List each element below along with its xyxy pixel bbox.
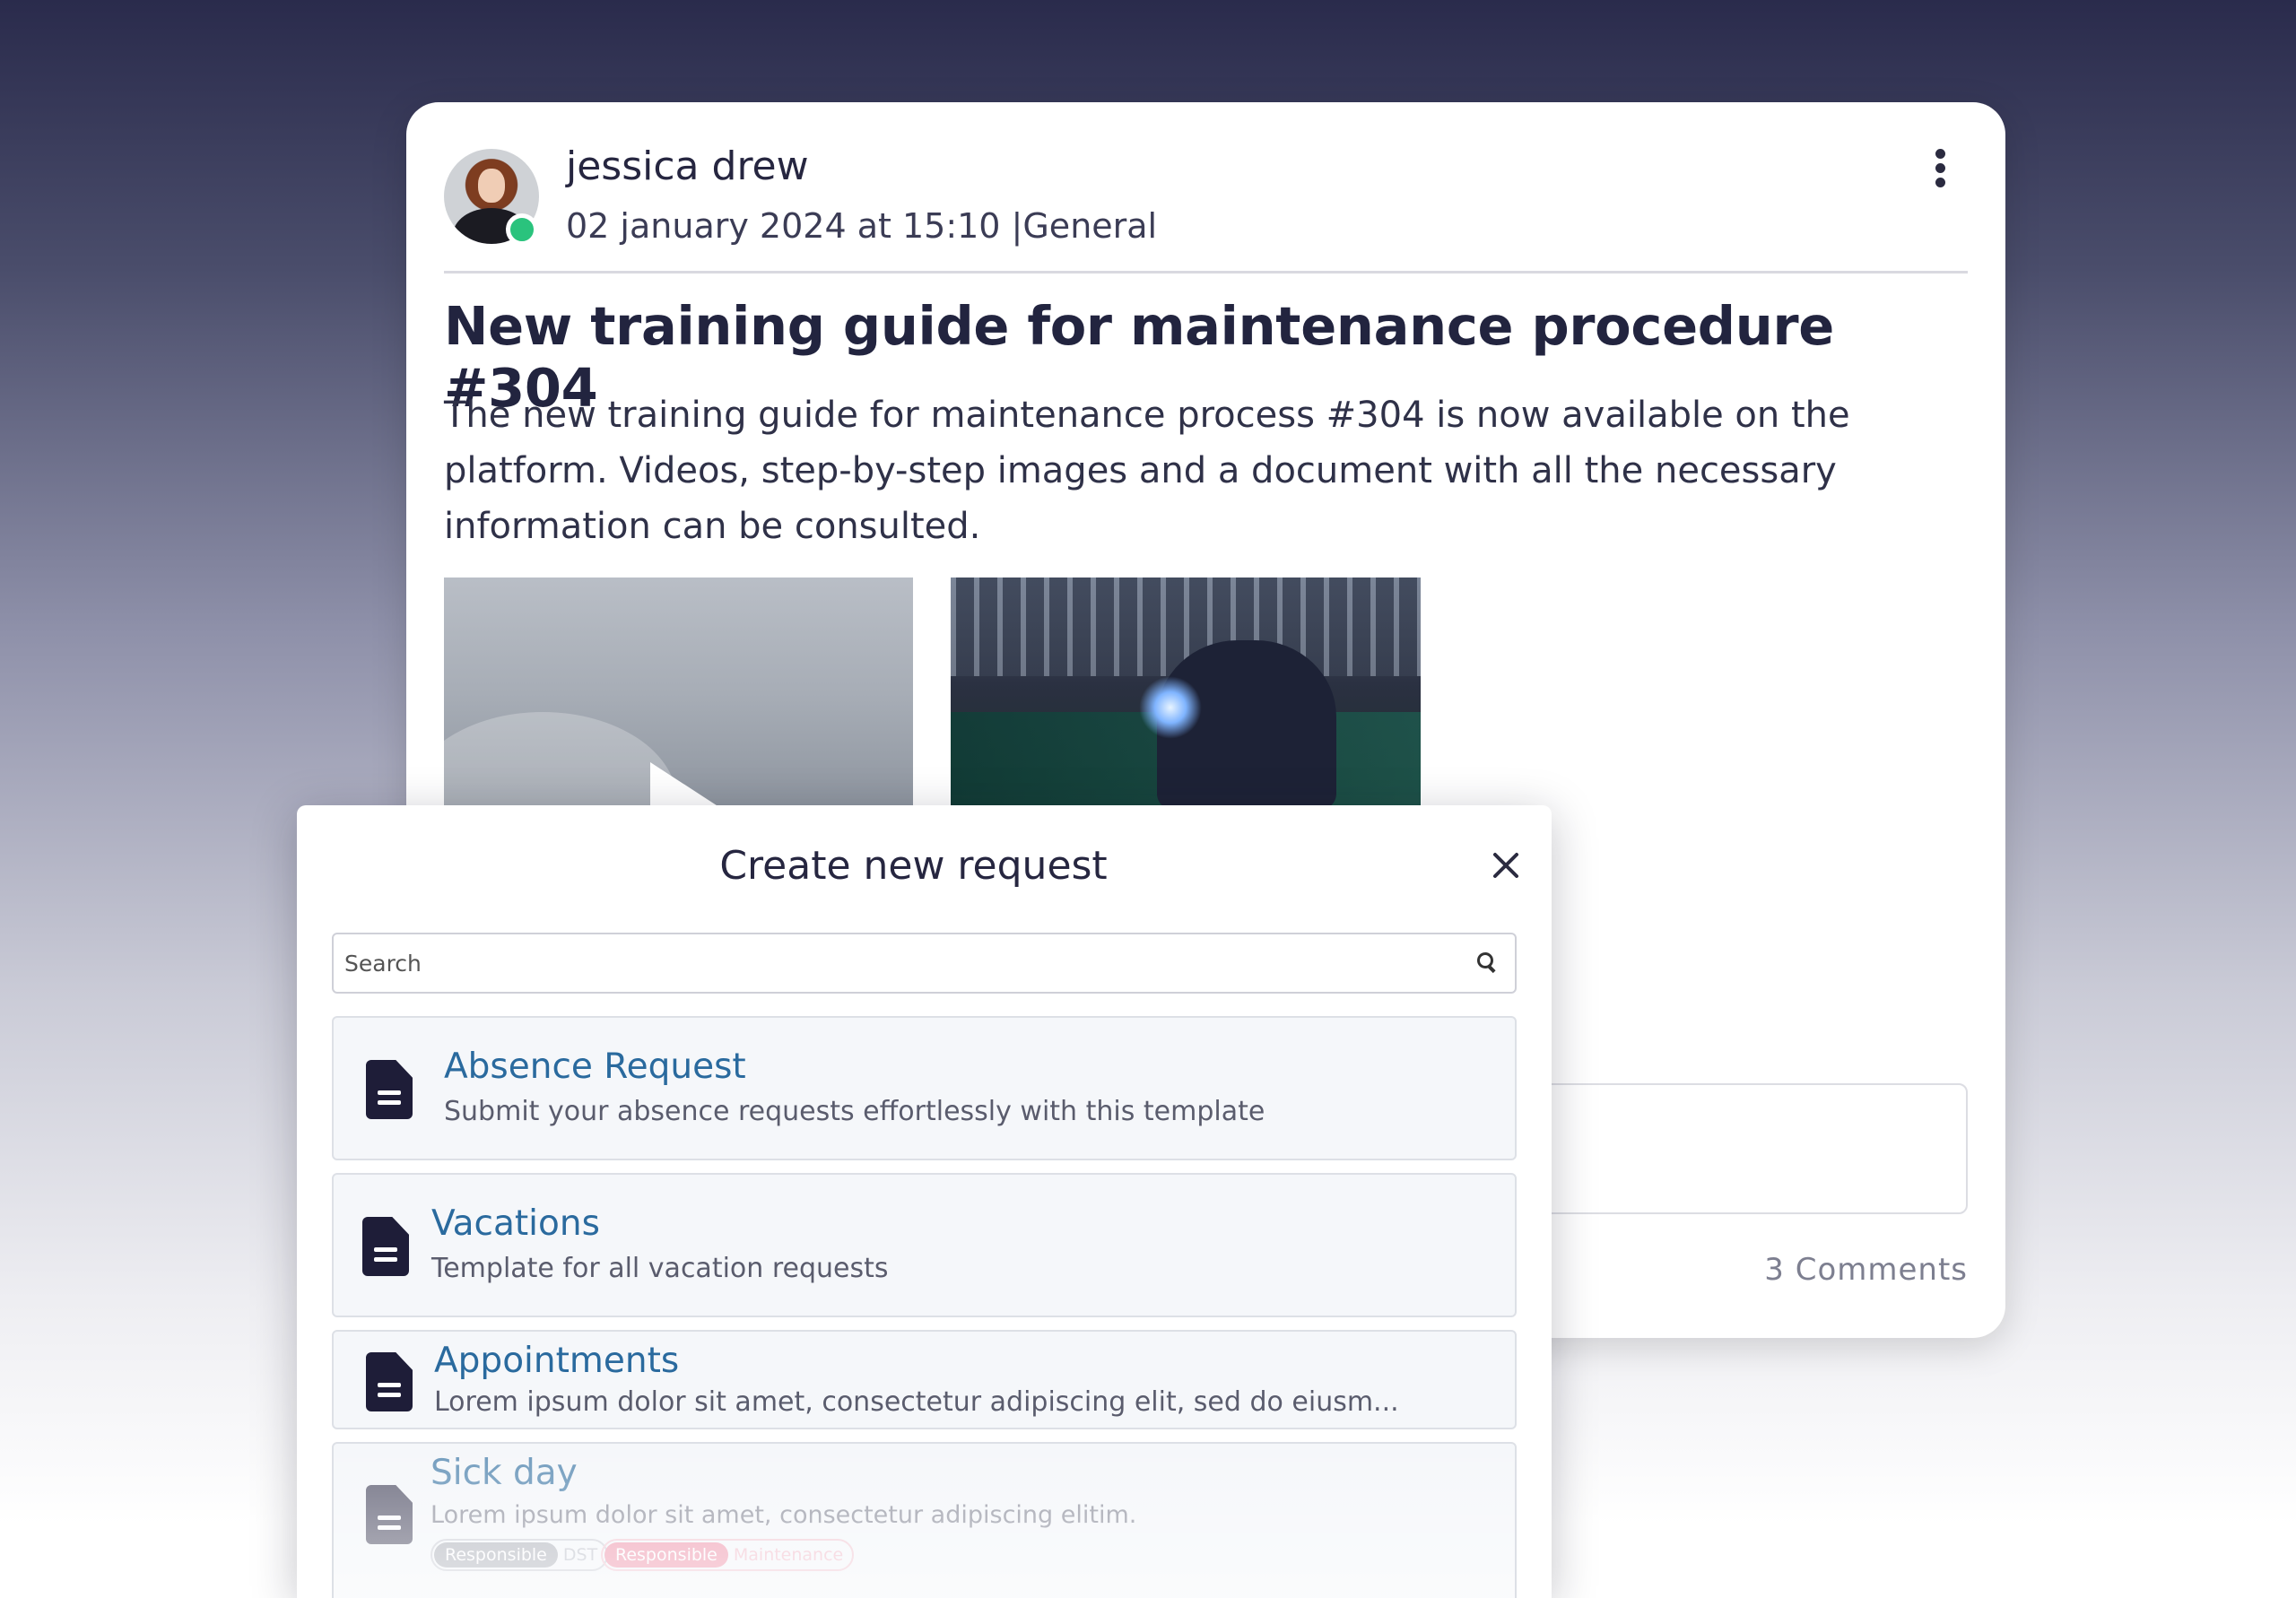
template-description: Template for all vacation requests [431,1253,889,1284]
template-description: Lorem ipsum dolor sit amet, consectetur … [434,1386,1399,1418]
template-title: Appointments [434,1341,680,1381]
search-field [332,933,1517,994]
document-icon [366,1352,413,1411]
request-template-appointments[interactable]: Appointments Lorem ipsum dolor sit amet,… [332,1330,1517,1429]
video-thumbnail[interactable] [444,578,913,811]
modal-title: Create new request [719,843,1108,889]
request-template-sick-day[interactable]: Sick day Lorem ipsum dolor sit amet, con… [332,1442,1517,1598]
document-icon [362,1217,409,1276]
create-request-modal: Create new request Absence Request Submi… [297,805,1552,1598]
document-icon [366,1485,413,1544]
request-template-absence[interactable]: Absence Request Submit your absence requ… [332,1016,1517,1160]
post-meta: 02 january 2024 at 15:10 |General [566,206,1158,246]
post-author-name[interactable]: jessica drew [566,143,809,189]
search-input[interactable] [334,934,1464,992]
image-thumbnail[interactable] [951,578,1421,811]
template-description: Submit your absence requests effortlessl… [444,1096,1265,1127]
post-body: The new training guide for maintenance p… [444,395,1850,547]
online-status-dot [506,213,538,246]
template-title: Absence Request [444,1047,746,1087]
post-divider [444,271,1968,274]
kebab-menu-icon[interactable] [1922,145,1958,199]
template-title: Vacations [431,1203,600,1244]
template-title: Sick day [430,1453,578,1493]
close-icon[interactable] [1491,850,1521,881]
template-tags: Responsible DST Responsible Maintenance [430,1539,969,1575]
request-template-vacations[interactable]: Vacations Template for all vacation requ… [332,1173,1517,1317]
play-icon[interactable] [650,762,722,811]
document-icon [366,1060,413,1119]
template-description: Lorem ipsum dolor sit amet, consectetur … [430,1501,1137,1529]
comments-count-link[interactable]: 3 Comments [1764,1252,1968,1288]
responsible-tag-maintenance: Responsible Maintenance [601,1539,855,1571]
search-icon[interactable] [1477,952,1497,972]
avatar-face [478,169,505,203]
responsible-tag-dst: Responsible DST [430,1539,609,1571]
